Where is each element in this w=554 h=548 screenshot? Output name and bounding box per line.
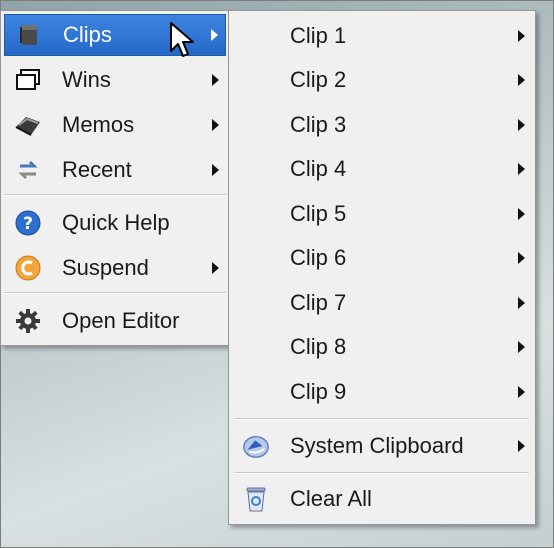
submenu-item-clip-2[interactable]: Clip 2 [232,59,532,101]
chevron-right-icon [518,30,525,42]
menu-item-label: Quick Help [62,210,170,235]
menu-separator [4,194,226,196]
menu-separator [4,292,226,294]
suspend-icon [14,254,42,282]
chevron-right-icon [518,341,525,353]
menu-item-label: Memos [62,112,135,137]
clips-icon [15,21,43,49]
submenu-item-clip-9[interactable]: Clip 9 [232,371,532,413]
menu-item-wins[interactable]: Wins [4,59,226,101]
chevron-right-icon [518,163,525,175]
chevron-right-icon [518,386,525,398]
menu-item-recent[interactable]: Recent [4,149,226,191]
submenu-item-label: Clip 6 [290,245,347,270]
windows-icon [14,66,42,94]
chevron-right-icon [212,74,219,86]
menu-separator [235,418,529,420]
chevron-right-icon [518,252,525,264]
help-icon: ? [14,209,42,237]
submenu-item-clip-7[interactable]: Clip 7 [232,282,532,324]
chevron-right-icon [518,440,525,452]
submenu-item-clip-8[interactable]: Clip 8 [232,326,532,368]
gear-icon [14,307,42,335]
submenu-item-clip-4[interactable]: Clip 4 [232,148,532,190]
menu-item-open-editor[interactable]: Open Editor [4,300,226,342]
menu-item-suspend[interactable]: Suspend [4,247,226,289]
svg-text:?: ? [23,214,33,234]
chevron-right-icon [212,262,219,274]
submenu-item-clip-1[interactable]: Clip 1 [232,15,532,57]
submenu-item-label: System Clipboard [290,433,464,458]
chevron-right-icon [518,297,525,309]
submenu-item-label: Clip 1 [290,23,347,48]
submenu-item-label: Clip 5 [290,201,347,226]
submenu-item-clip-5[interactable]: Clip 5 [232,193,532,235]
menu-item-label: Open Editor [62,308,180,333]
submenu-item-system-clipboard[interactable]: System Clipboard [232,425,532,467]
chevron-right-icon [212,164,219,176]
clipboard-icon [242,432,270,460]
menu-item-quick-help[interactable]: ? Quick Help [4,202,226,244]
submenu-item-clip-6[interactable]: Clip 6 [232,237,532,279]
submenu-item-label: Clip 4 [290,156,347,181]
submenu-item-clip-3[interactable]: Clip 3 [232,104,532,146]
menu-item-memos[interactable]: Memos [4,104,226,146]
clips-submenu: Clip 1 Clip 2 Clip 3 Clip 4 Clip 5 Clip … [228,10,536,525]
chevron-right-icon [518,74,525,86]
menu-item-label: Suspend [62,255,149,280]
submenu-item-label: Clip 8 [290,334,347,359]
submenu-item-label: Clear All [290,486,372,511]
memos-icon [14,111,42,139]
recycle-bin-icon [242,485,270,513]
chevron-right-icon [518,119,525,131]
recent-icon [14,156,42,184]
submenu-item-label: Clip 2 [290,67,347,92]
submenu-item-label: Clip 3 [290,112,347,137]
submenu-item-clear-all[interactable]: Clear All [232,478,532,520]
chevron-right-icon [518,208,525,220]
menu-separator [235,472,529,474]
submenu-item-label: Clip 7 [290,290,347,315]
mouse-cursor-icon [170,22,194,57]
chevron-right-icon [212,119,219,131]
menu-item-label: Clips [63,22,112,47]
chevron-right-icon [211,29,218,41]
menu-item-label: Recent [62,157,132,182]
menu-item-label: Wins [62,67,111,92]
submenu-item-label: Clip 9 [290,379,347,404]
